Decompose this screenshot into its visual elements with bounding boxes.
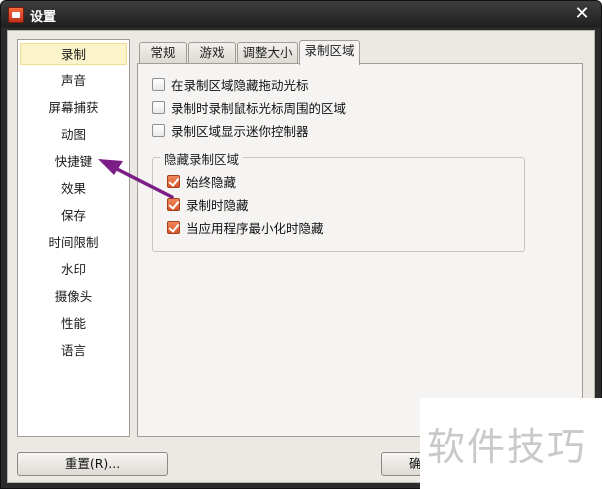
tab-record-area[interactable]: 录制区域 (299, 40, 360, 65)
close-icon[interactable]: ✕ (572, 4, 592, 24)
tab-general[interactable]: 常规 (139, 42, 187, 64)
reset-button[interactable]: 重置(R)... (17, 452, 168, 476)
sidebar-item-time-limit[interactable]: 时间限制 (20, 232, 127, 254)
option-hide-when-minimized[interactable]: 当应用程序最小化时隐藏 (167, 218, 324, 236)
checkbox-record-around-cursor[interactable] (152, 100, 165, 114)
watermark-text: 软件技巧 (427, 425, 588, 469)
option-record-around-cursor[interactable]: 录制时录制鼠标光标周围的区域 (152, 98, 346, 116)
sidebar-item-hotkeys[interactable]: 快捷键 (20, 151, 127, 173)
sidebar-item-gif[interactable]: 动图 (20, 124, 127, 146)
checkbox-hide-drag-cursor[interactable] (152, 77, 165, 91)
option-hide-drag-cursor[interactable]: 在录制区域隐藏拖动光标 (152, 75, 309, 93)
settings-sidebar: 录制 声音 屏幕捕获 动图 快捷键 效果 保存 时间限制 水印 摄像头 性能 语… (17, 39, 130, 437)
option-label: 在录制区域隐藏拖动光标 (171, 77, 309, 93)
sidebar-item-watermark[interactable]: 水印 (20, 259, 127, 281)
checkbox-always-hide[interactable] (167, 174, 180, 188)
option-label: 录制区域显示迷你控制器 (171, 123, 309, 139)
checkbox-hide-when-minimized[interactable] (167, 220, 180, 234)
sidebar-item-language[interactable]: 语言 (20, 340, 127, 362)
sidebar-item-performance[interactable]: 性能 (20, 313, 127, 335)
checkbox-show-mini-controller[interactable] (152, 123, 165, 137)
sidebar-item-effects[interactable]: 效果 (20, 178, 127, 200)
sidebar-item-record[interactable]: 录制 (20, 43, 127, 65)
sidebar-item-save[interactable]: 保存 (20, 205, 127, 227)
option-show-mini-controller[interactable]: 录制区域显示迷你控制器 (152, 121, 309, 139)
option-always-hide[interactable]: 始终隐藏 (167, 172, 236, 190)
group-title: 隐藏录制区域 (160, 149, 244, 168)
option-hide-while-recording[interactable]: 录制时隐藏 (167, 195, 249, 213)
window-title: 设置 (30, 10, 57, 25)
tab-game[interactable]: 游戏 (188, 42, 236, 64)
tab-resize[interactable]: 调整大小 (237, 42, 298, 64)
app-icon (8, 7, 24, 23)
option-label: 始终隐藏 (186, 174, 237, 190)
sidebar-item-sound[interactable]: 声音 (20, 70, 127, 92)
option-label: 录制时隐藏 (186, 197, 249, 213)
option-label: 录制时录制鼠标光标周围的区域 (171, 100, 347, 116)
sidebar-item-screen-capture[interactable]: 屏幕捕获 (20, 97, 127, 119)
option-label: 当应用程序最小化时隐藏 (186, 220, 324, 236)
title-bar[interactable]: 设置 ✕ (1, 1, 601, 29)
sidebar-item-webcam[interactable]: 摄像头 (20, 286, 127, 308)
checkbox-hide-while-recording[interactable] (167, 197, 180, 211)
